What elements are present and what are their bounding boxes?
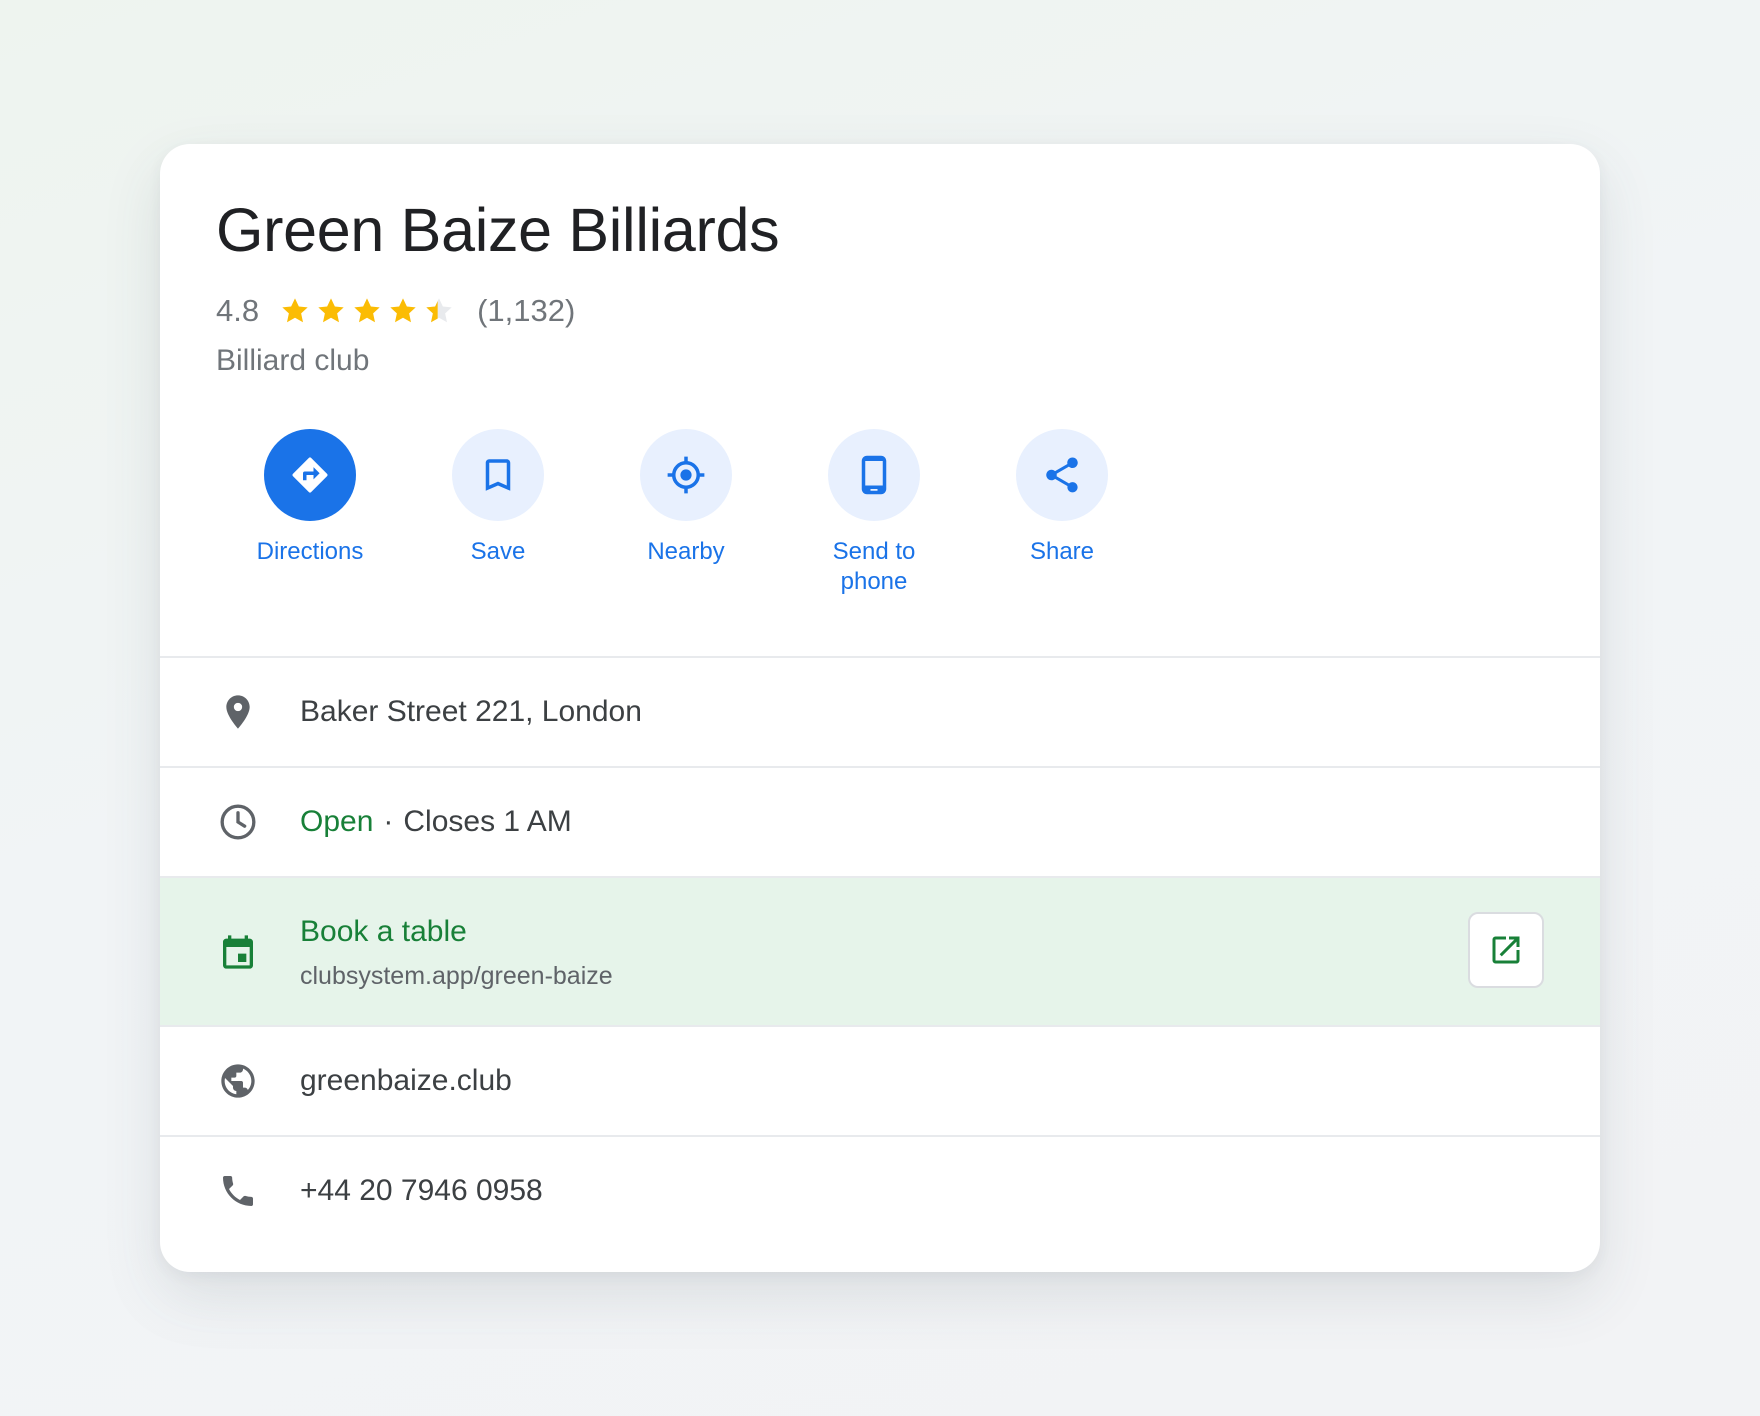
directions-button[interactable]: Directions xyxy=(216,429,404,597)
place-header: Green Baize Billiards 4.8 (1,132) Billia… xyxy=(160,144,1600,597)
hours-text: Open · Closes 1 AM xyxy=(300,805,572,839)
book-table-texts: Book a table clubsystem.app/green-baize xyxy=(300,913,613,991)
booking-url: clubsystem.app/green-baize xyxy=(300,961,613,990)
website-row[interactable]: greenbaize.club xyxy=(160,1027,1600,1137)
place-title: Green Baize Billiards xyxy=(216,196,780,264)
open-status: Open xyxy=(300,805,374,838)
save-circle[interactable] xyxy=(452,429,544,521)
phone-number: +44 20 7946 0958 xyxy=(300,1174,543,1207)
clock-icon xyxy=(216,800,260,844)
phone-device-icon xyxy=(861,455,887,495)
directions-label: Directions xyxy=(256,538,364,565)
star-icon xyxy=(351,295,383,327)
rating-row[interactable]: 4.8 (1,132) xyxy=(216,291,1544,331)
nearby-circle[interactable] xyxy=(640,429,732,521)
address-row[interactable]: Baker Street 221, London xyxy=(160,658,1600,768)
rating-value: 4.8 xyxy=(216,293,260,328)
website-text: greenbaize.club xyxy=(300,1064,512,1097)
phone-icon xyxy=(216,1169,260,1213)
save-label: Save xyxy=(470,538,526,565)
share-button[interactable]: Share xyxy=(968,429,1156,597)
directions-icon xyxy=(292,457,328,493)
closing-time: Closes 1 AM xyxy=(403,805,572,838)
star-rating xyxy=(279,295,459,327)
place-card: Green Baize Billiards 4.8 (1,132) Billia… xyxy=(160,144,1600,1272)
calendar-icon xyxy=(216,930,260,974)
bookmark-icon xyxy=(485,459,511,491)
send-to-phone-circle[interactable] xyxy=(828,429,920,521)
review-count[interactable]: (1,132) xyxy=(477,293,575,329)
send-to-phone-button[interactable]: Send to phone xyxy=(780,429,968,597)
location-pin-icon xyxy=(216,690,260,734)
star-icon xyxy=(387,295,419,327)
share-icon xyxy=(1046,457,1078,493)
nearby-label: Nearby xyxy=(647,538,725,565)
book-table-title: Book a table xyxy=(300,914,467,948)
star-icon xyxy=(279,295,311,327)
hours-row[interactable]: Open · Closes 1 AM xyxy=(160,768,1600,878)
phone-row[interactable]: +44 20 7946 0958 xyxy=(160,1137,1600,1245)
details-list: Baker Street 221, London Open · Closes 1 A… xyxy=(160,656,1600,1245)
directions-circle[interactable] xyxy=(264,429,356,521)
nearby-button[interactable]: Nearby xyxy=(592,429,780,597)
open-in-new-icon xyxy=(1492,936,1520,964)
action-bar: Directions Save Nearby Send to phone Sha… xyxy=(216,429,1544,597)
nearby-icon xyxy=(667,456,705,494)
share-circle[interactable] xyxy=(1016,429,1108,521)
globe-icon xyxy=(216,1059,260,1103)
send-to-phone-label: Send to phone xyxy=(832,538,916,595)
book-table-row[interactable]: Book a table clubsystem.app/green-baize xyxy=(160,878,1600,1027)
address-text: Baker Street 221, London xyxy=(300,695,642,728)
hours-separator: · xyxy=(383,805,394,838)
place-category: Billiard club xyxy=(216,344,370,377)
star-icon xyxy=(315,295,347,327)
open-external-button[interactable] xyxy=(1468,912,1544,988)
partial-star-icon xyxy=(423,295,455,327)
share-label: Share xyxy=(1029,538,1095,565)
save-button[interactable]: Save xyxy=(404,429,592,597)
